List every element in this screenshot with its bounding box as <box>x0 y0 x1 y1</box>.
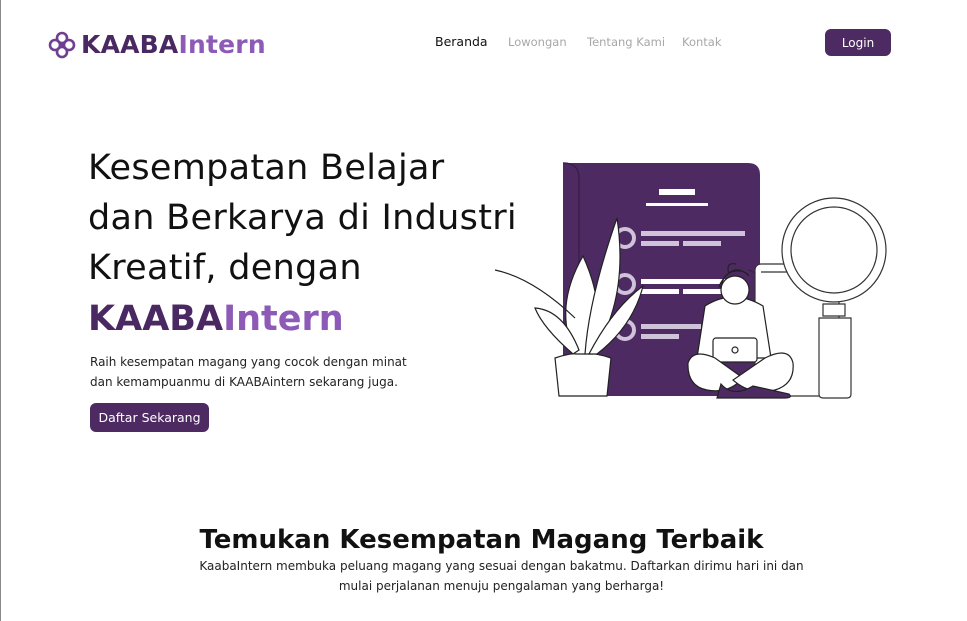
section-description: KaabaIntern membuka peluang magang yang … <box>196 556 807 596</box>
hero-title-line-2: dan Berkarya di Industri <box>88 198 517 238</box>
hero-title-line-1: Kesempatan Belajar <box>88 148 445 188</box>
hero-brand: KAABAIntern <box>88 294 344 344</box>
section-title: Temukan Kesempatan Magang Terbaik <box>199 525 764 555</box>
hero-subtitle: Raih kesempatan magang yang cocok dengan… <box>90 352 420 392</box>
hero-brand-part1: KAABA <box>88 299 224 339</box>
nav-item-kontak[interactable]: Kontak <box>682 35 722 49</box>
hero-title-line-3: Kreatif, dengan <box>88 248 362 288</box>
login-button[interactable]: Login <box>825 29 891 56</box>
section-description-line-1: KaabaIntern membuka peluang magang yang … <box>199 559 804 573</box>
logo-icon <box>48 31 76 59</box>
hero-brand-part2: Intern <box>223 299 344 339</box>
logo-text-part1: KAABA <box>81 30 179 59</box>
logo-wordmark: KAABAIntern <box>81 30 266 60</box>
nav-item-lowongan[interactable]: Lowongan <box>508 35 567 49</box>
section-description-line-2: mulai perjalanan menuju pengalaman yang … <box>338 579 665 593</box>
nav-item-beranda[interactable]: Beranda <box>435 34 488 49</box>
hero-subtitle-line-2: dan kemampuanmu di KAABAintern sekarang … <box>90 375 398 389</box>
hero-subtitle-line-1: Raih kesempatan magang yang cocok dengan… <box>90 355 407 369</box>
hero-illustration <box>494 162 887 399</box>
logo[interactable]: KAABAIntern <box>47 30 266 60</box>
daftar-sekarang-button[interactable]: Daftar Sekarang <box>90 403 209 432</box>
nav-item-tentang-kami[interactable]: Tentang Kami <box>587 35 665 49</box>
hero-title: Kesempatan Belajar dan Berkarya di Indus… <box>88 143 518 293</box>
logo-text-part2: Intern <box>178 30 266 59</box>
